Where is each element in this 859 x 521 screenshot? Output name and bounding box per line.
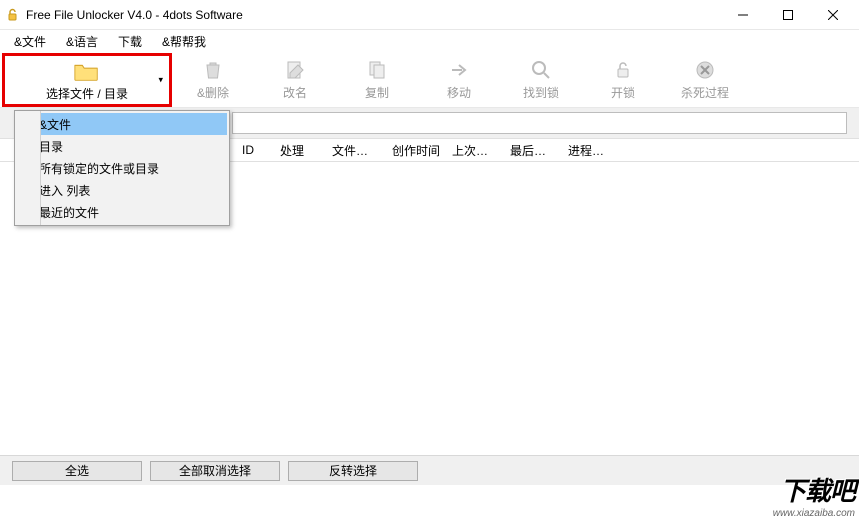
chevron-down-icon: ▾ <box>158 74 163 85</box>
dropdown-item-enterlist[interactable]: 进入 列表 <box>17 179 227 201</box>
toolbar-findlock-label: 找到锁 <box>523 84 559 101</box>
menubar: &文件 &语言 下载 &帮帮我 <box>0 30 859 52</box>
rename-icon <box>281 58 309 82</box>
col-process[interactable]: 处理 <box>274 142 326 159</box>
dropdown-item-label: 所有锁定的文件或目录 <box>39 160 159 177</box>
col-created[interactable]: 创作时间 <box>386 142 446 159</box>
folder-icon <box>73 59 101 83</box>
dropdown-item-recent[interactable]: 最近的文件 <box>17 201 227 223</box>
toolbar-unlock-label: 开锁 <box>611 84 635 101</box>
dropdown-item-file[interactable]: &文件 <box>17 113 227 135</box>
minimize-button[interactable] <box>720 1 765 29</box>
copy-icon <box>363 58 391 82</box>
app-icon <box>4 7 20 23</box>
window-title: Free File Unlocker V4.0 - 4dots Software <box>26 8 243 22</box>
toolbar-kill-button[interactable]: 杀死过程 <box>664 54 746 106</box>
toolbar-move-label: 移动 <box>447 84 471 101</box>
search-lock-icon <box>527 58 555 82</box>
menu-download[interactable]: 下载 <box>108 31 152 52</box>
maximize-button[interactable] <box>765 1 810 29</box>
toolbar-delete-label: &删除 <box>197 84 229 101</box>
titlebar: Free File Unlocker V4.0 - 4dots Software <box>0 0 859 30</box>
toolbar-select-button[interactable]: 选择文件 / 目录 ▾ <box>2 53 172 107</box>
toolbar-copy-button[interactable]: 复制 <box>336 54 418 106</box>
toolbar-kill-label: 杀死过程 <box>681 84 729 101</box>
menu-help[interactable]: &帮帮我 <box>152 31 216 52</box>
dropdown-item-label: &文件 <box>39 116 71 133</box>
invert-selection-button[interactable]: 反转选择 <box>288 461 418 481</box>
select-dropdown-menu: &文件 目录 所有锁定的文件或目录 进入 列表 最近的文件 <box>14 110 230 226</box>
menu-language[interactable]: &语言 <box>56 31 108 52</box>
move-icon <box>445 58 473 82</box>
dropdown-item-alllocked[interactable]: 所有锁定的文件或目录 <box>17 157 227 179</box>
dropdown-item-label: 最近的文件 <box>39 204 99 221</box>
toolbar-select-label: 选择文件 / 目录 <box>46 85 128 102</box>
dropdown-item-label: 进入 列表 <box>39 182 90 199</box>
dropdown-gutter <box>15 111 41 225</box>
toolbar-delete-button[interactable]: &删除 <box>172 54 254 106</box>
col-id[interactable]: ID <box>236 143 274 157</box>
dropdown-item-dir[interactable]: 目录 <box>17 135 227 157</box>
menu-file[interactable]: &文件 <box>4 31 56 52</box>
path-input[interactable] <box>232 112 847 134</box>
bottom-bar: 全选 全部取消选择 反转选择 <box>0 455 859 485</box>
deselect-all-button[interactable]: 全部取消选择 <box>150 461 280 481</box>
kill-icon <box>691 58 719 82</box>
select-all-button[interactable]: 全选 <box>12 461 142 481</box>
unlock-icon <box>609 58 637 82</box>
close-button[interactable] <box>810 1 855 29</box>
col-last[interactable]: 上次… <box>446 142 504 159</box>
toolbar-rename-label: 改名 <box>283 84 307 101</box>
dropdown-item-label: 目录 <box>39 138 63 155</box>
col-program[interactable]: 进程… <box>562 142 620 159</box>
watermark-url: www.xiazaiba.com <box>773 508 855 519</box>
toolbar-move-button[interactable]: 移动 <box>418 54 500 106</box>
toolbar-unlock-button[interactable]: 开锁 <box>582 54 664 106</box>
col-modified[interactable]: 最后… <box>504 142 562 159</box>
toolbar-rename-button[interactable]: 改名 <box>254 54 336 106</box>
window-controls <box>720 1 855 29</box>
toolbar-copy-label: 复制 <box>365 84 389 101</box>
toolbar: 选择文件 / 目录 ▾ &删除 改名 复制 移动 找到锁 开锁 <box>0 52 859 108</box>
toolbar-findlock-button[interactable]: 找到锁 <box>500 54 582 106</box>
trash-icon <box>199 58 227 82</box>
col-file[interactable]: 文件… <box>326 142 386 159</box>
